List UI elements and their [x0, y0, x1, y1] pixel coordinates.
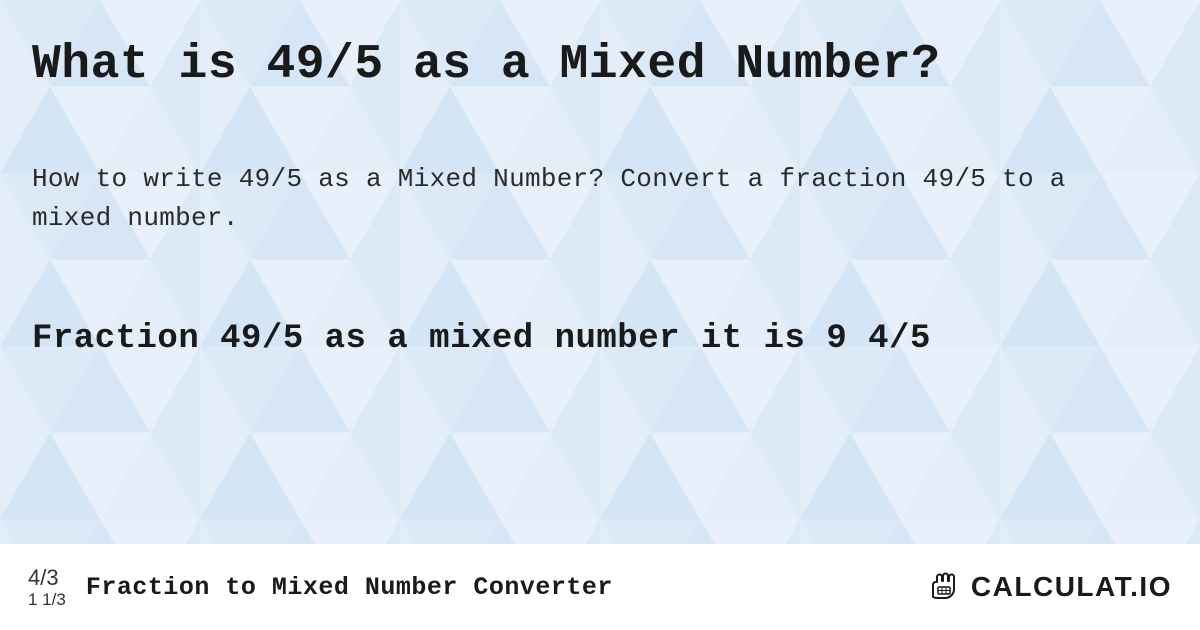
description-text: How to write 49/5 as a Mixed Number? Con… — [32, 160, 1082, 238]
fraction-bottom: 1 1/3 — [28, 591, 66, 608]
footer-bar: 4/3 1 1/3 Fraction to Mixed Number Conve… — [0, 544, 1200, 630]
page-heading: What is 49/5 as a Mixed Number? — [32, 38, 1168, 92]
footer-left: 4/3 1 1/3 Fraction to Mixed Number Conve… — [28, 567, 613, 608]
calculator-hand-icon — [923, 567, 963, 607]
brand-name: CALCULAT.IO — [971, 571, 1172, 603]
footer-title: Fraction to Mixed Number Converter — [86, 573, 613, 602]
content-area: What is 49/5 as a Mixed Number? How to w… — [0, 0, 1200, 630]
fraction-top: 4/3 — [28, 567, 59, 589]
footer-right: CALCULAT.IO — [923, 567, 1172, 607]
fraction-example-icon: 4/3 1 1/3 — [28, 567, 66, 608]
answer-text: Fraction 49/5 as a mixed number it is 9 … — [32, 320, 1168, 358]
